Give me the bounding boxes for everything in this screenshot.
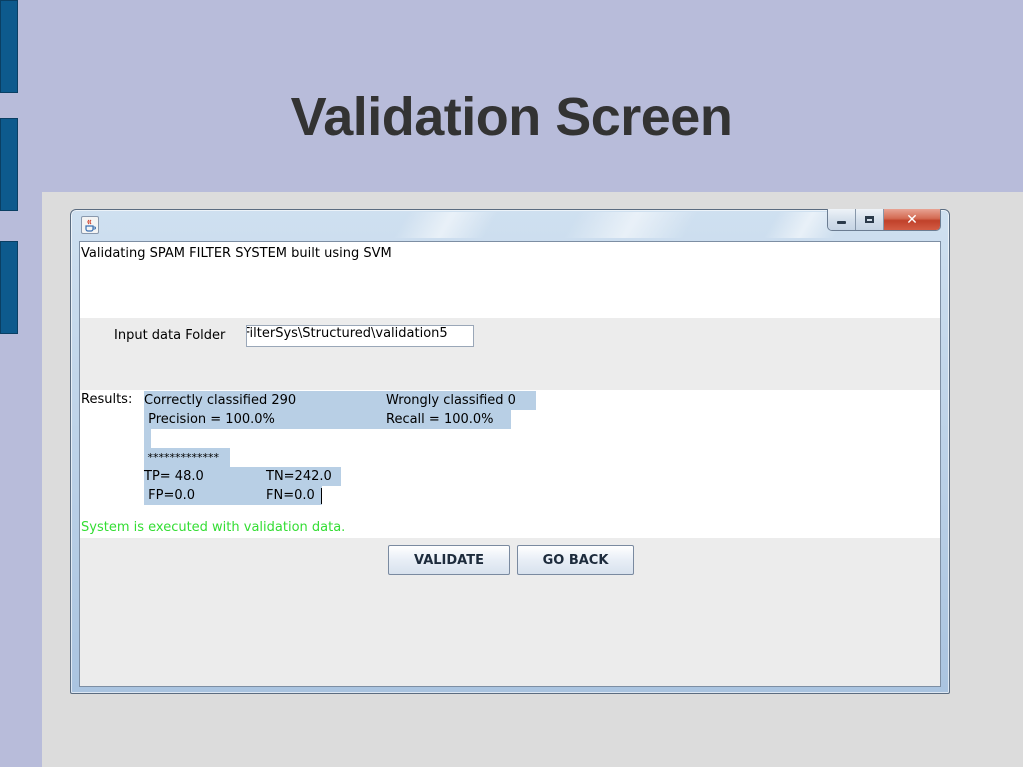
slide-title: Validation Screen xyxy=(290,87,733,147)
window-client-area: Validating SPAM FILTER SYSTEM built usin… xyxy=(79,241,941,687)
input-folder-field[interactable]: FilterSys\Structured\validation5 xyxy=(246,325,474,347)
side-tab-3 xyxy=(0,241,18,334)
precision: Precision = 100.0% xyxy=(144,412,275,427)
input-folder-row: Input data Folder FilterSys\Structured\v… xyxy=(80,318,940,390)
maximize-button[interactable] xyxy=(856,209,884,230)
false-negatives: FN=0.0 xyxy=(266,488,315,503)
results-label: Results: xyxy=(81,392,133,407)
results-selection-row-4[interactable]: ************* xyxy=(144,448,230,467)
close-button[interactable]: ✕ xyxy=(884,209,940,230)
status-text: System is executed with validation data. xyxy=(81,520,346,535)
maximize-icon xyxy=(856,209,883,230)
close-icon: ✕ xyxy=(906,211,918,228)
go-back-button[interactable]: GO BACK xyxy=(517,545,634,575)
true-positives: TP= 48.0 xyxy=(144,469,204,484)
results-selection-row-6[interactable]: FP=0.0 FN=0.0 xyxy=(144,486,322,505)
recall: Recall = 100.0% xyxy=(386,412,494,427)
window-bottom-border xyxy=(71,686,949,691)
window-titlebar[interactable]: ✕ xyxy=(71,209,949,242)
window-controls: ✕ xyxy=(827,209,941,231)
wrongly-classified: Wrongly classified 0 xyxy=(386,393,516,408)
text-caret xyxy=(321,488,322,504)
false-positives: FP=0.0 xyxy=(144,488,196,503)
minimize-icon xyxy=(828,209,855,230)
header-panel: Validating SPAM FILTER SYSTEM built usin… xyxy=(80,242,940,318)
input-folder-label: Input data Folder xyxy=(114,328,226,343)
side-tab-1 xyxy=(0,0,18,93)
results-panel: Results: Correctly classified 290 Wrongl… xyxy=(80,390,940,538)
correctly-classified: Correctly classified 290 xyxy=(144,393,297,408)
results-separator: ************* xyxy=(144,451,219,464)
java-coffee-icon[interactable] xyxy=(81,216,99,234)
validation-window: ✕ Validating SPAM FILTER SYSTEM built us… xyxy=(70,209,950,694)
titlebar-highlight xyxy=(563,212,699,238)
results-selection-row-3[interactable] xyxy=(144,429,151,448)
results-selection-row-2[interactable]: Precision = 100.0% Recall = 100.0% xyxy=(144,410,511,429)
titlebar-highlight xyxy=(393,212,499,238)
header-text: Validating SPAM FILTER SYSTEM built usin… xyxy=(81,246,392,261)
validate-button[interactable]: VALIDATE xyxy=(388,545,510,575)
true-negatives: TN=242.0 xyxy=(266,469,332,484)
results-selection-row-1[interactable]: Correctly classified 290 Wrongly classif… xyxy=(144,391,536,410)
results-selection-row-5[interactable]: TP= 48.0 TN=242.0 xyxy=(144,467,341,486)
minimize-button[interactable] xyxy=(828,209,856,230)
